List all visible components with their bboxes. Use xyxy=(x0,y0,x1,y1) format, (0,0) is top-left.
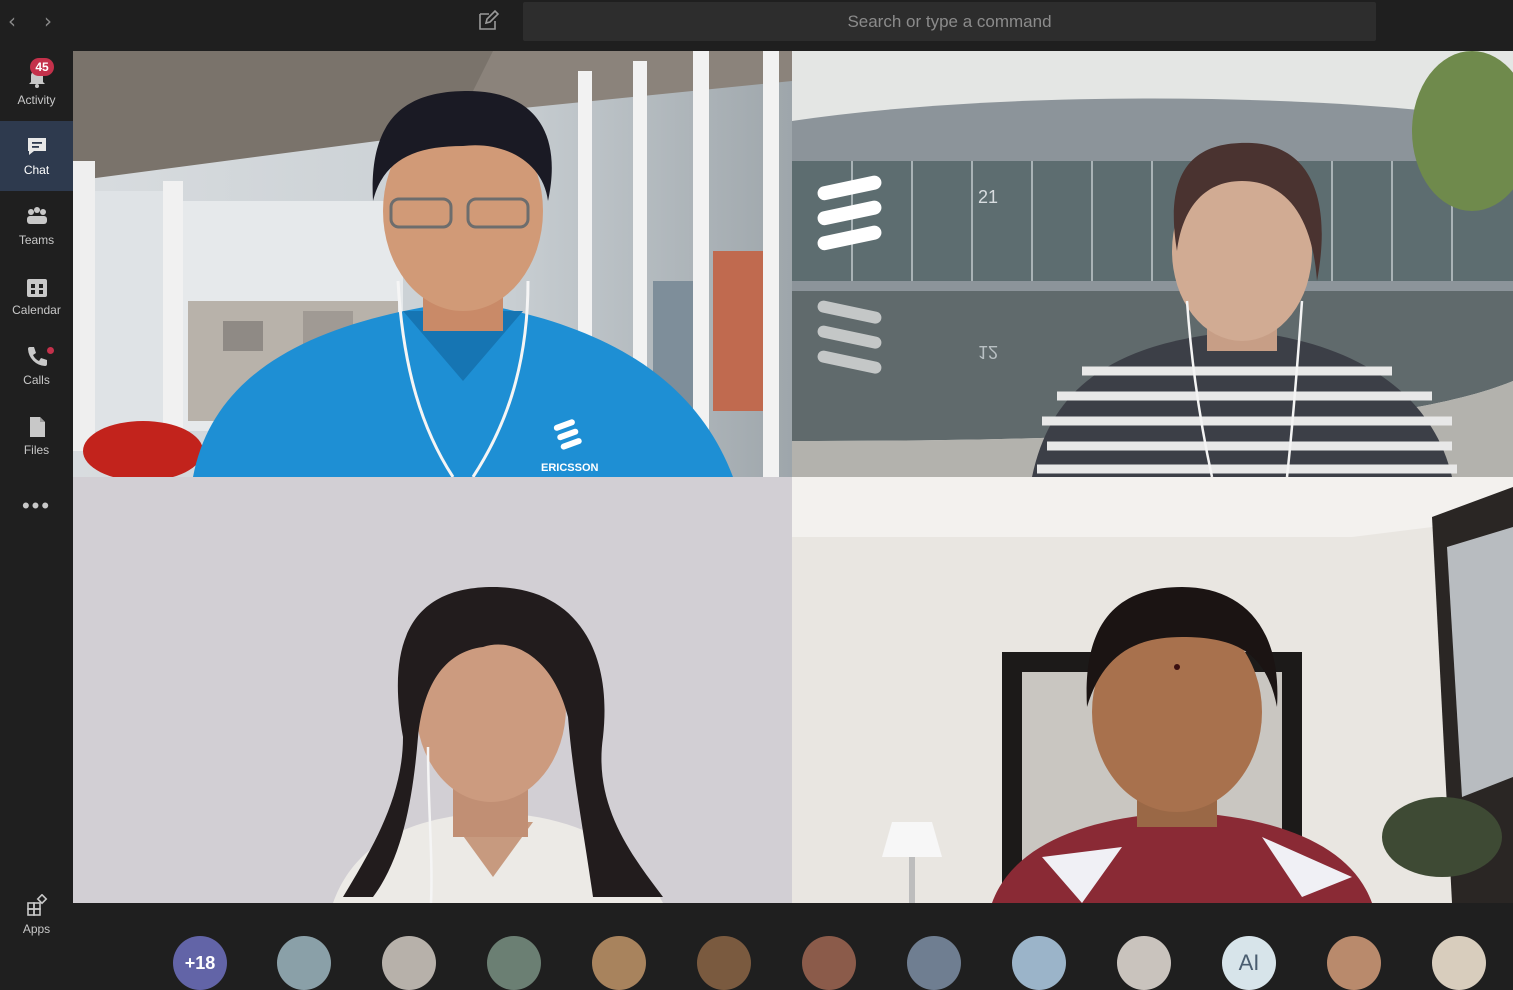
video-grid: ERICSSON 21 12 xyxy=(73,51,1513,903)
avatar[interactable] xyxy=(277,936,331,990)
avatar[interactable] xyxy=(802,936,856,990)
phone-icon xyxy=(27,347,47,366)
participant-video-4[interactable] xyxy=(792,477,1513,903)
rail-item-label: Calendar xyxy=(12,303,61,317)
avatar[interactable] xyxy=(592,936,646,990)
apps-icon xyxy=(26,894,47,916)
app-bar: Activity 45 Chat Teams Calendar Calls Fi… xyxy=(0,51,73,972)
calendar-icon xyxy=(26,279,47,297)
participant-roster: +18 AI xyxy=(73,903,1513,990)
rail-item-label: Apps xyxy=(22,922,51,936)
activity-badge: 45 xyxy=(30,58,54,76)
compose-icon[interactable] xyxy=(476,9,500,33)
title-bar: ‹ › xyxy=(0,0,1513,51)
rail-item-label: Calls xyxy=(23,373,50,387)
search-input[interactable] xyxy=(523,11,1376,32)
building-number: 21 xyxy=(978,187,998,207)
rail-item-files[interactable]: Files xyxy=(0,401,73,471)
rail-item-apps[interactable]: Apps xyxy=(0,880,73,950)
rail-item-teams[interactable]: Teams xyxy=(0,191,73,261)
rail-item-calendar[interactable]: Calendar xyxy=(0,261,73,331)
avatar[interactable] xyxy=(1012,936,1066,990)
avatar[interactable] xyxy=(1432,936,1486,990)
participant-video-2[interactable]: 21 12 xyxy=(792,51,1513,477)
teams-icon xyxy=(26,207,47,224)
avatar[interactable] xyxy=(1117,936,1171,990)
rail-item-label: Files xyxy=(23,443,50,457)
forward-button[interactable]: › xyxy=(38,9,58,33)
avatar[interactable] xyxy=(1327,936,1381,990)
shirt-logo-text: ERICSSON xyxy=(541,462,599,474)
more-apps-button[interactable]: ••• xyxy=(0,486,73,526)
building-number-reflection: 12 xyxy=(978,342,998,362)
rail-item-label: Teams xyxy=(18,233,55,247)
chat-icon xyxy=(27,138,46,155)
calls-notification-dot xyxy=(47,347,54,354)
avatar[interactable] xyxy=(382,936,436,990)
avatar-initials[interactable]: AI xyxy=(1222,936,1276,990)
file-icon xyxy=(29,417,45,437)
participant-video-3[interactable] xyxy=(73,477,792,903)
search-box[interactable] xyxy=(523,2,1376,41)
rail-item-calls[interactable]: Calls xyxy=(0,331,73,401)
back-button[interactable]: ‹ xyxy=(2,9,22,33)
rail-item-activity[interactable]: Activity 45 xyxy=(0,51,73,121)
rail-item-label: Chat xyxy=(23,163,50,177)
rail-item-chat[interactable]: Chat xyxy=(0,121,73,191)
participant-video-1[interactable]: ERICSSON xyxy=(73,51,792,477)
avatar[interactable] xyxy=(697,936,751,990)
overflow-participants-button[interactable]: +18 xyxy=(173,936,227,990)
avatar[interactable] xyxy=(907,936,961,990)
rail-item-label: Activity xyxy=(17,93,56,107)
avatar[interactable] xyxy=(487,936,541,990)
